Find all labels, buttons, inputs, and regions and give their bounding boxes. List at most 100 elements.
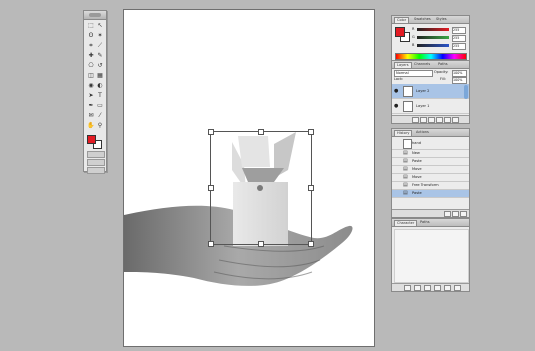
tab-layers[interactable]: Layers: [394, 62, 412, 68]
visibility-eye-icon[interactable]: ●: [394, 99, 400, 113]
layer-name: Layer 2: [416, 89, 430, 93]
transform-handle-tr[interactable]: [308, 129, 314, 135]
color-panel-tabs: Color Swatches Styles: [392, 16, 469, 24]
brush-icon[interactable]: ✎: [96, 52, 104, 60]
fill-path-button[interactable]: [404, 285, 411, 291]
transform-handle-mr[interactable]: [308, 185, 314, 191]
character-panel-tabs: Character Paths: [392, 219, 469, 227]
channel-value-r[interactable]: 255: [452, 27, 466, 34]
channel-slider-g[interactable]: [417, 36, 449, 39]
shape-icon[interactable]: ▭: [96, 102, 104, 110]
layers-scrollbar-thumb[interactable]: [464, 85, 468, 99]
adjustment-layer-button[interactable]: [436, 117, 443, 123]
tab-actions[interactable]: Actions: [414, 130, 431, 135]
gradient-icon[interactable]: ▦: [96, 72, 104, 80]
tools-palette-title-bar[interactable]: [84, 11, 106, 20]
visibility-eye-icon[interactable]: ●: [394, 84, 400, 98]
opacity-value: 100%: [453, 71, 463, 75]
new-snapshot-button[interactable]: [452, 211, 459, 217]
layer-mask-button[interactable]: [420, 117, 427, 123]
pen-icon[interactable]: ✒: [87, 102, 95, 110]
make-work-path-button[interactable]: [434, 285, 441, 291]
blur-icon[interactable]: ◉: [87, 82, 95, 90]
delete-layer-button[interactable]: [452, 117, 459, 123]
load-selection-button[interactable]: [424, 285, 431, 291]
tab-paths-2[interactable]: Paths: [418, 220, 432, 225]
color-spectrum-ramp[interactable]: [395, 53, 467, 60]
delete-state-button[interactable]: [460, 211, 467, 217]
new-path-button[interactable]: [444, 285, 451, 291]
eraser-icon[interactable]: ◫: [87, 72, 95, 80]
dodge-icon[interactable]: ◐: [96, 82, 104, 90]
tab-paths[interactable]: Paths: [436, 62, 450, 67]
snapshot-label: hand: [412, 141, 422, 145]
history-snapshot[interactable]: hand: [392, 137, 469, 150]
move-icon[interactable]: ↖: [96, 22, 104, 30]
marquee-icon[interactable]: ⬚: [87, 22, 95, 30]
lasso-icon[interactable]: ʘ: [87, 32, 95, 40]
transform-handle-bc[interactable]: [258, 241, 264, 247]
history-step[interactable]: ▤ Move: [392, 174, 469, 182]
history-step[interactable]: ▤ New: [392, 150, 469, 158]
history-step-label: Paste: [412, 191, 422, 195]
zoom-icon[interactable]: ⚲: [96, 122, 104, 130]
blend-mode-select[interactable]: Normal: [394, 70, 433, 77]
history-step[interactable]: ▤ Move: [392, 166, 469, 174]
foreground-color-swatch[interactable]: [87, 135, 96, 144]
channel-value-b[interactable]: 255: [452, 43, 466, 50]
clone-stamp-icon[interactable]: ⎔: [87, 62, 95, 70]
layers-bottom-bar: [392, 115, 469, 123]
tab-history[interactable]: History: [394, 130, 413, 136]
quick-mask-icon[interactable]: [87, 151, 105, 158]
history-step[interactable]: ▤ Paste: [392, 190, 469, 198]
transform-handle-bl[interactable]: [208, 241, 214, 247]
jump-to-imageready-icon[interactable]: [87, 167, 105, 174]
channel-slider-r[interactable]: [417, 28, 449, 31]
history-step[interactable]: ▤ Paste: [392, 158, 469, 166]
path-select-icon[interactable]: ➤: [87, 92, 95, 100]
fill-field[interactable]: 100%: [452, 77, 467, 84]
hand-icon[interactable]: ✋: [87, 122, 95, 130]
layer-row[interactable]: ● Layer 2: [392, 84, 469, 99]
channel-value-g[interactable]: 255: [452, 35, 466, 42]
healing-brush-icon[interactable]: ✚: [87, 52, 95, 60]
tab-color[interactable]: Color: [394, 17, 410, 23]
blend-mode-value: Normal: [396, 71, 409, 75]
history-brush-icon[interactable]: ↺: [96, 62, 104, 70]
color-panel: Color Swatches Styles R 255 G 255 B 255: [391, 15, 470, 62]
tab-styles[interactable]: Styles: [434, 17, 449, 22]
new-set-button[interactable]: [428, 117, 435, 123]
layer-thumbnail-icon: [403, 101, 413, 112]
lock-label: Lock:: [394, 77, 404, 81]
history-step[interactable]: ▤ Free Transform: [392, 182, 469, 190]
tab-channels[interactable]: Channels: [412, 62, 432, 67]
slice-icon[interactable]: ⟋: [96, 42, 104, 50]
delete-path-button[interactable]: [454, 285, 461, 291]
transform-handle-br[interactable]: [308, 241, 314, 247]
transform-handle-ml[interactable]: [208, 185, 214, 191]
stroke-path-button[interactable]: [414, 285, 421, 291]
transform-handle-tl[interactable]: [208, 129, 214, 135]
history-bottom-bar: [392, 209, 469, 217]
opacity-field[interactable]: 100%: [452, 70, 467, 77]
transform-handle-tc[interactable]: [258, 129, 264, 135]
layer-style-button[interactable]: [412, 117, 419, 123]
history-step-icon: ▤: [403, 158, 408, 164]
history-panel: History Actions hand ▤ New ▤ Paste ▤ Move ▤ Mov…: [391, 128, 470, 218]
new-document-from-state-button[interactable]: [444, 211, 451, 217]
transform-bounding-box[interactable]: [210, 131, 312, 245]
document-canvas[interactable]: [123, 9, 375, 347]
notes-icon[interactable]: ✉: [87, 112, 95, 120]
layer-row[interactable]: ● Layer 1: [392, 99, 469, 114]
channel-slider-b[interactable]: [417, 44, 449, 47]
tab-swatches[interactable]: Swatches: [412, 17, 433, 22]
tab-character[interactable]: Character: [394, 220, 418, 226]
magic-wand-icon[interactable]: ✶: [96, 32, 104, 40]
new-layer-button[interactable]: [444, 117, 451, 123]
history-step-icon: ▤: [403, 150, 408, 156]
screen-mode-icon[interactable]: [87, 159, 105, 166]
type-icon[interactable]: T: [96, 92, 104, 100]
color-fg-swatch[interactable]: [395, 27, 405, 37]
crop-icon[interactable]: ⌗: [87, 42, 95, 50]
eyedropper-icon[interactable]: ⁄: [96, 112, 104, 120]
